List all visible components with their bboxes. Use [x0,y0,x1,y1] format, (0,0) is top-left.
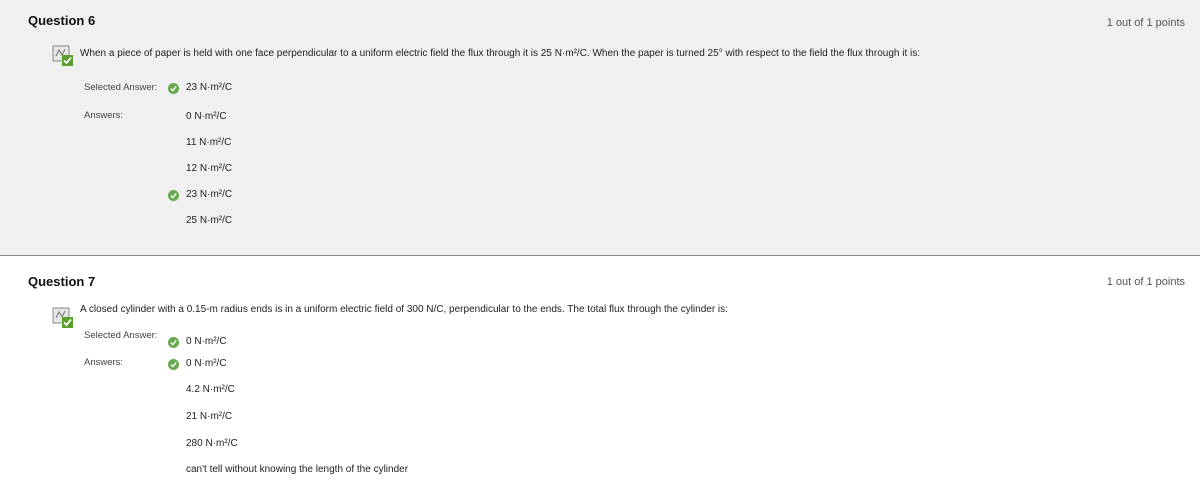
answer-option: 4.2 N·m²/C [186,383,235,397]
answer-text: 0 N·m²/C [186,111,227,122]
answer-option: 25 N·m²/C [186,214,232,228]
check-circle-icon [168,337,179,348]
answer-text: 25 N·m²/C [186,215,233,226]
check-circle-icon [168,359,179,370]
question-title: Question 6 [28,13,96,28]
check-circle-icon [168,190,179,201]
question-text: A closed cylinder with a 0.15-m radius e… [80,304,728,315]
answer-option: 0 N·m²/C [186,110,227,124]
question-points: 1 out of 1 points [1106,17,1185,29]
selected-answer-label: Selected Answer: [84,330,158,341]
answer-text: 4.2 N·m²/C [186,384,235,395]
answer-text: 280 N·m²/C [186,438,238,449]
answer-option: 11 N·m²/C [186,136,231,150]
question-block-6: Question 6 1 out of 1 points When a piec… [0,0,1200,256]
answer-text: 11 N·m²/C [186,137,232,148]
answer-option: 12 N·m²/C [186,162,232,176]
graded-correct-icon [52,307,74,329]
answer-option-correct: 0 N·m²/C [168,357,227,371]
question-block-7: Question 7 1 out of 1 points A closed cy… [0,256,1200,490]
selected-answer: 23 N·m²/C [168,81,233,95]
answer-text: 12 N·m²/C [186,163,233,174]
selected-answer-text: 0 N·m²/C [186,336,227,347]
answer-text: 21 N·m²/C [186,411,233,422]
graded-correct-icon [52,45,74,67]
answer-option-correct: 23 N·m²/C [168,188,233,202]
answer-option: 280 N·m²/C [186,437,238,451]
answer-option: can't tell without knowing the length of… [186,463,408,477]
question-title: Question 7 [28,274,96,289]
answer-text: 23 N·m²/C [186,189,233,200]
answer-text: 0 N·m²/C [186,358,227,369]
answers-label: Answers: [84,357,124,368]
selected-answer-text: 23 N·m²/C [186,82,233,93]
answer-option: 21 N·m²/C [186,410,232,424]
selected-answer-label: Selected Answer: [84,82,158,93]
question-points: 1 out of 1 points [1106,276,1185,288]
answers-label: Answers: [84,110,124,121]
selected-answer: 0 N·m²/C [168,335,227,349]
answer-text: can't tell without knowing the length of… [186,464,409,475]
check-circle-icon [168,83,179,94]
question-text: When a piece of paper is held with one f… [80,48,920,59]
